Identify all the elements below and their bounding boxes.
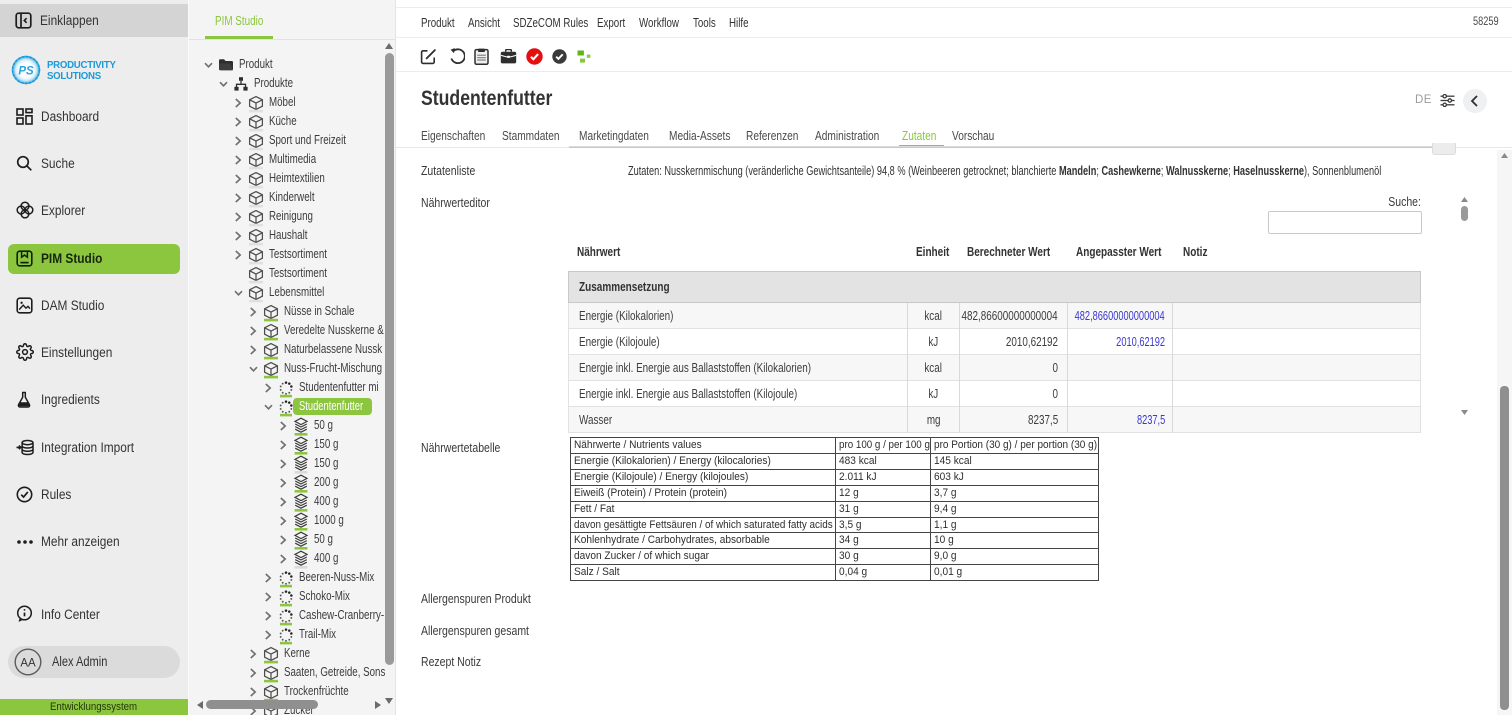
svg-text:PS: PS [18,66,34,78]
svg-text:AA: AA [20,658,36,670]
